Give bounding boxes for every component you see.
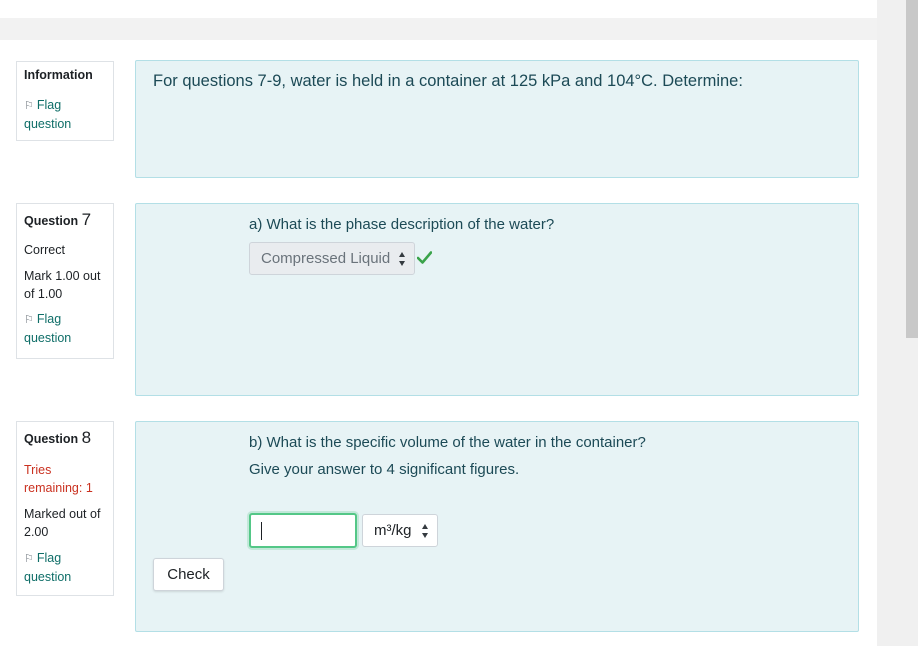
- check-button[interactable]: Check: [153, 558, 224, 591]
- question-8-content: b) What is the specific volume of the wa…: [135, 421, 859, 632]
- question-7-info: Question 7 Correct Mark 1.00 out of 1.00…: [16, 203, 114, 359]
- question-grade: Mark 1.00 out of 1.00: [24, 269, 101, 301]
- question-state: Correct: [24, 243, 65, 257]
- question-text: b) What is the specific volume of the wa…: [249, 434, 646, 451]
- info-sidebar: Information ⚐ Flag question: [16, 61, 114, 141]
- phase-select[interactable]: Compressed Liquid: [249, 242, 415, 275]
- question-number: 8: [81, 428, 92, 447]
- scrollbar-thumb[interactable]: [906, 0, 918, 338]
- info-text: For questions 7-9, water is held in a co…: [153, 72, 743, 90]
- question-7-title: Question 7: [24, 210, 92, 229]
- unit-select[interactable]: m³/kg: [362, 514, 438, 547]
- select-arrows-icon: [421, 524, 428, 538]
- answer-input[interactable]: [249, 513, 357, 548]
- question-7-content: a) What is the phase description of the …: [135, 203, 859, 396]
- flag-question-link[interactable]: ⚐ Flag question: [24, 310, 106, 347]
- info-content: For questions 7-9, water is held in a co…: [135, 60, 859, 178]
- question-grade: Marked out of 2.00: [24, 507, 101, 539]
- select-arrows-icon: [398, 252, 405, 266]
- question-8-title: Question 8: [24, 428, 92, 447]
- flag-icon: ⚐: [24, 553, 34, 565]
- flag-question-link[interactable]: ⚐ Flag question: [24, 96, 106, 133]
- select-value: Compressed Liquid: [261, 250, 391, 267]
- correct-check-icon: [417, 251, 432, 264]
- info-title: Information: [24, 68, 93, 82]
- text-caret: [261, 522, 262, 540]
- question-instruction: Give your answer to 4 significant figure…: [249, 461, 520, 478]
- flag-icon: ⚐: [24, 314, 34, 326]
- question-text: a) What is the phase description of the …: [249, 216, 555, 233]
- question-8-info: Question 8 Tries remaining: 1 Marked out…: [16, 421, 114, 596]
- flag-question-link[interactable]: ⚐ Flag question: [24, 549, 106, 586]
- top-strip: [0, 18, 877, 40]
- tries-remaining: Tries remaining: 1: [24, 463, 93, 495]
- select-value: m³/kg: [374, 522, 412, 539]
- flag-icon: ⚐: [24, 100, 34, 112]
- question-number: 7: [81, 210, 92, 229]
